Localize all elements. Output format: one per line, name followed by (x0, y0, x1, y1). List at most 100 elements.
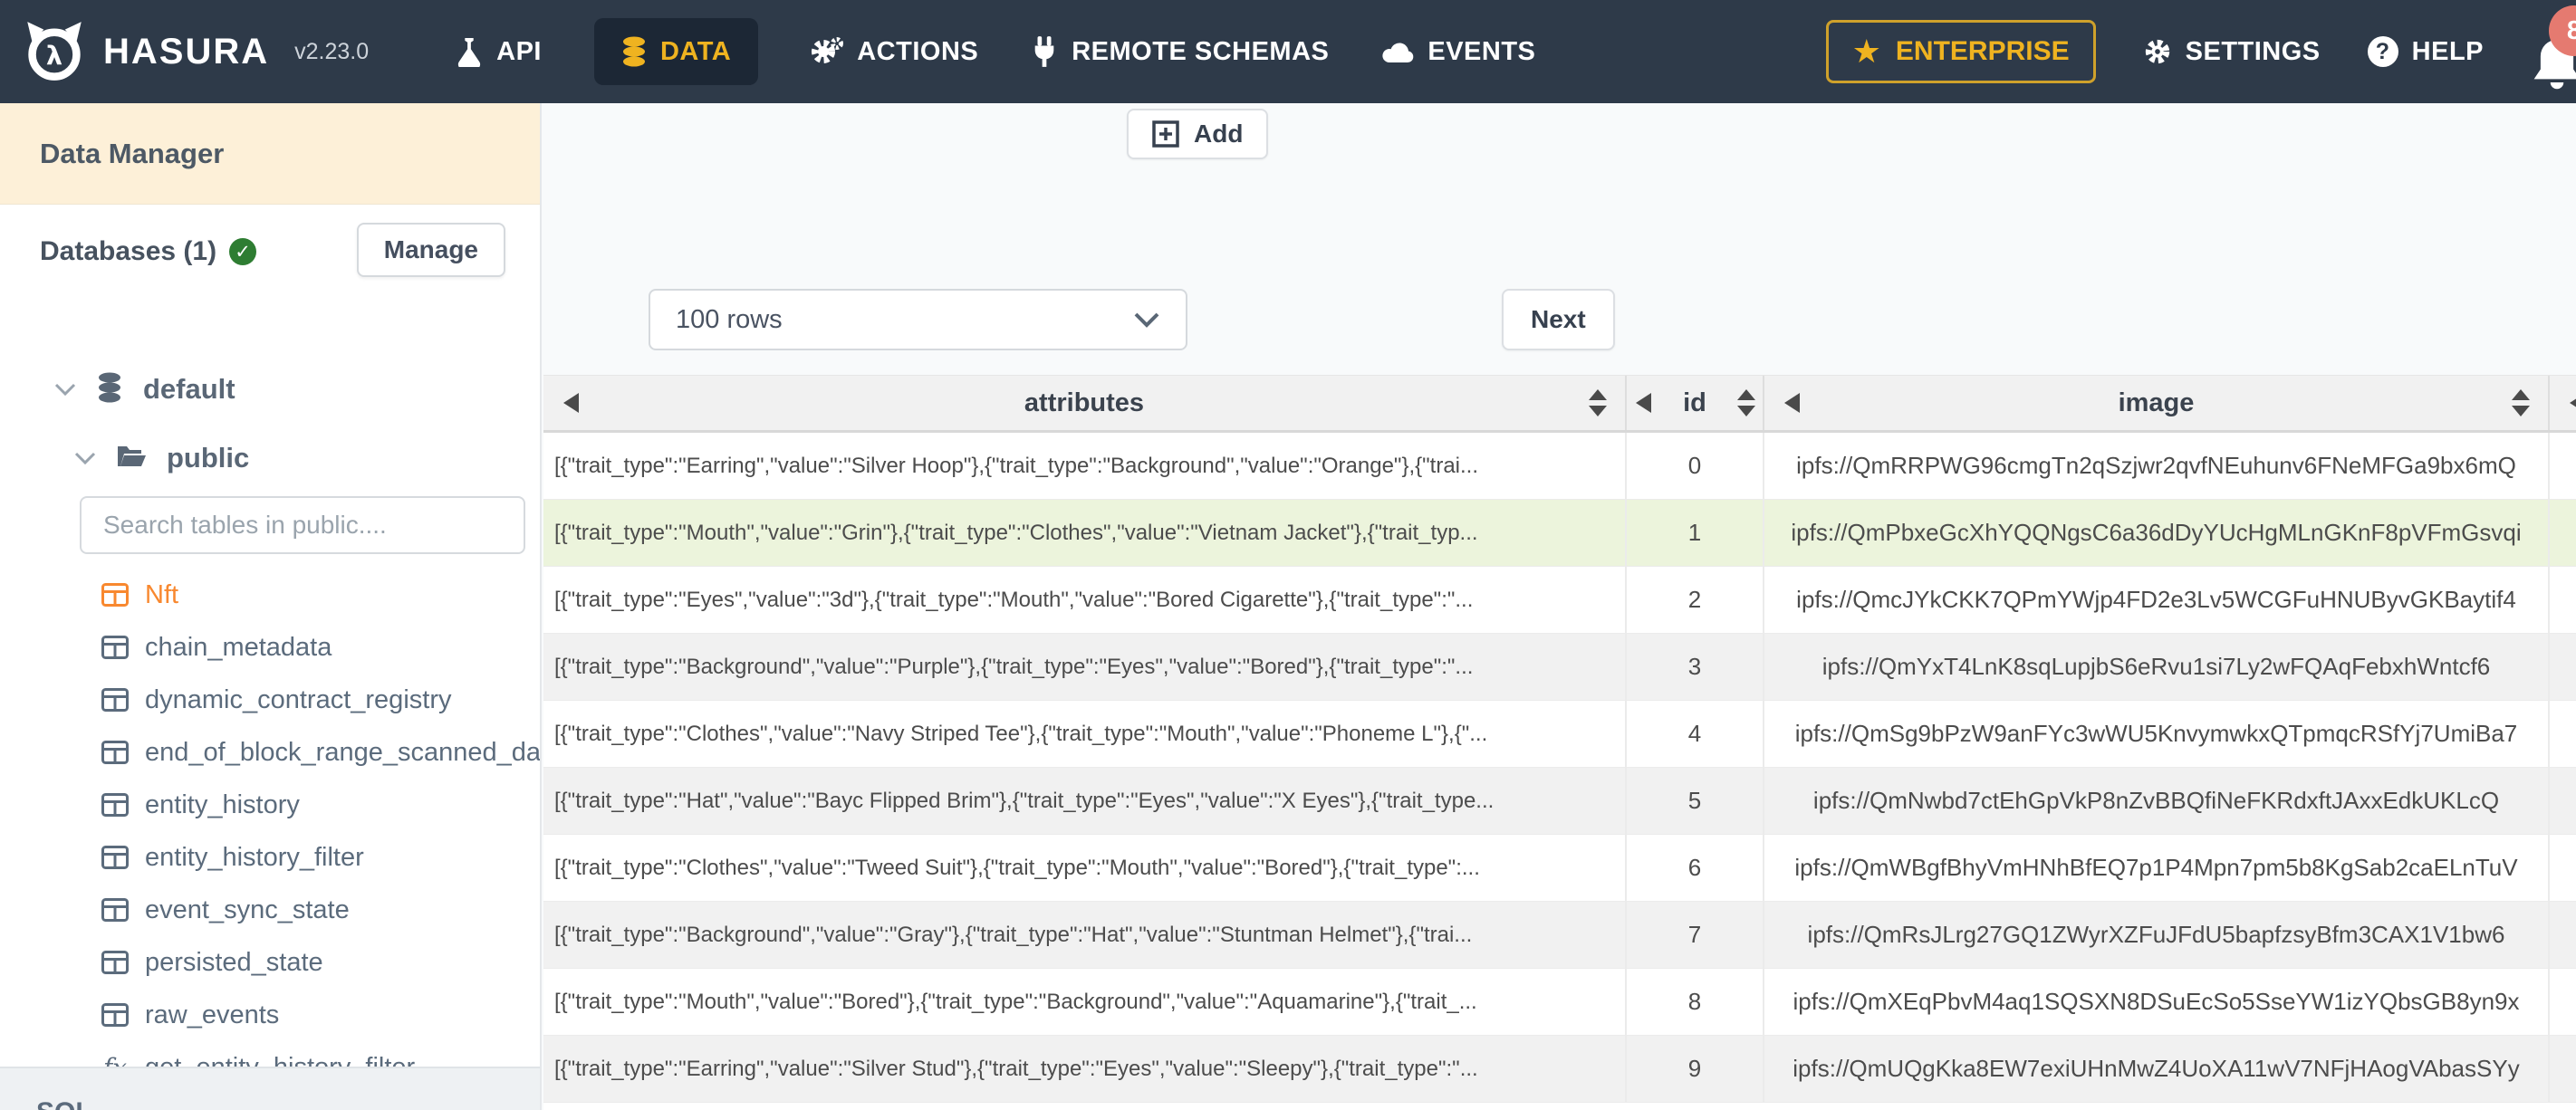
notifications-button[interactable]: 8 (2531, 5, 2576, 92)
sql-label: SQL (36, 1097, 92, 1110)
brand[interactable]: λ HASURA v2.23.0 (0, 21, 369, 82)
column-header-id[interactable]: id (1627, 376, 1764, 430)
cell-image[interactable]: ipfs://QmNwbd7ctEhGpVkP8nZvBBQfiNeFKRdxf… (1764, 768, 2550, 834)
cell-attributes[interactable]: [{"trait_type":"Eyes","value":"3d"},{"tr… (543, 567, 1627, 633)
cell-attributes[interactable]: [{"trait_type":"Earring","value":"Silver… (543, 1036, 1627, 1102)
table-row[interactable]: [{"trait_type":"Background","value":"Gra… (543, 902, 2576, 969)
nav-item-events[interactable]: EVENTS (1381, 37, 1535, 67)
chevron-down-icon[interactable] (74, 452, 96, 464)
sidebar: Data Manager Databases (1) ✓ Manage defa… (0, 103, 542, 1110)
cell-attributes[interactable]: [{"trait_type":"Clothes","value":"Navy S… (543, 701, 1627, 767)
hasura-console: λ HASURA v2.23.0 API DATA ACTIONS REMOTE… (0, 0, 2576, 1110)
cell-id[interactable]: 9 (1627, 1036, 1764, 1102)
add-row-button[interactable]: Add (1127, 109, 1269, 159)
brand-name: HASURA (103, 31, 270, 72)
sidebar-table-chain-metadata[interactable]: chain_metadata (0, 621, 540, 674)
cell-attributes[interactable]: [{"trait_type":"Mouth","value":"Bored"},… (543, 969, 1627, 1035)
cell-image[interactable]: ipfs://QmPbxeGcXhYQQNgsC6a36dDyYUcHgMLnG… (1764, 500, 2550, 566)
table-row[interactable]: [{"trait_type":"Background","value":"Pur… (543, 634, 2576, 701)
nav-item-actions[interactable]: ACTIONS (811, 36, 978, 67)
cell-id[interactable]: 3 (1627, 634, 1764, 700)
cell-attributes[interactable]: [{"trait_type":"Background","value":"Pur… (543, 634, 1627, 700)
cell-image[interactable]: ipfs://QmXEqPbvM4aq1SQSXN8DSuEcSo5SseYW1… (1764, 969, 2550, 1035)
manage-button[interactable]: Manage (356, 223, 505, 277)
cell-image[interactable]: ipfs://QmcJYkCKK7QPmYWjp4FD2e3Lv5WCGFuHN… (1764, 567, 2550, 633)
cell-attributes[interactable]: [{"trait_type":"Clothes","value":"Tweed … (543, 835, 1627, 901)
table-row[interactable]: [{"trait_type":"Mouth","value":"Bored"},… (543, 969, 2576, 1036)
cell-extra (2550, 567, 2576, 633)
sidebar-table-entity-history-filter[interactable]: entity_history_filter (0, 831, 540, 884)
sidebar-table-nft[interactable]: Nft (0, 569, 540, 621)
cell-image[interactable]: ipfs://QmRRPWG96cmgTn2qSzjwr2qvfNEuhunv6… (1764, 433, 2550, 499)
cell-id[interactable]: 8 (1627, 969, 1764, 1035)
flask-icon (456, 36, 483, 67)
sidebar-table-event-sync-state[interactable]: event_sync_state (0, 884, 540, 936)
table-row[interactable]: [{"trait_type":"Hat","value":"Bayc Flipp… (543, 768, 2576, 835)
settings-button[interactable]: SETTINGS (2143, 37, 2321, 67)
cell-image[interactable]: ipfs://QmRsJLrg27GQ1ZWyrXZFuJFdU5bapfzsy… (1764, 902, 2550, 968)
table-row-highlighted[interactable]: [{"trait_type":"Mouth","value":"Grin"},{… (543, 500, 2576, 567)
help-button[interactable]: ? HELP (2367, 36, 2484, 67)
cell-id[interactable]: 6 (1627, 835, 1764, 901)
sort-icon[interactable] (1737, 389, 1755, 416)
table-row[interactable]: [{"trait_type":"Clothes","value":"Tweed … (543, 835, 2576, 902)
search-tables-input[interactable] (80, 496, 525, 554)
nav-item-label: DATA (659, 36, 732, 66)
sort-icon[interactable] (2512, 389, 2530, 416)
cell-attributes[interactable]: [{"trait_type":"Hat","value":"Bayc Flipp… (543, 768, 1627, 834)
tree-item-public[interactable]: public (74, 438, 249, 478)
cloud-icon (1381, 39, 1414, 64)
table-row[interactable]: [{"trait_type":"Earring","value":"Silver… (543, 433, 2576, 500)
enterprise-button[interactable]: ★ ENTERPRISE (1825, 20, 2096, 83)
cell-attributes[interactable]: [{"trait_type":"Mouth","value":"Grin"},{… (543, 500, 1627, 566)
table-icon (101, 951, 129, 974)
table-row[interactable]: [{"trait_type":"Eyes","value":"3d"},{"tr… (543, 567, 2576, 634)
column-header-attributes[interactable]: attributes (543, 376, 1627, 430)
cell-id[interactable]: 1 (1627, 500, 1764, 566)
next-page-button[interactable]: Next (1502, 289, 1615, 350)
move-column-left-icon[interactable] (2570, 393, 2576, 413)
sort-icon[interactable] (1589, 389, 1607, 416)
tree-item-default[interactable]: default (54, 369, 235, 409)
sidebar-table-raw-events[interactable]: raw_events (0, 989, 540, 1041)
database-icon (96, 372, 123, 407)
move-column-left-icon[interactable] (1636, 393, 1651, 413)
table-row[interactable]: [{"trait_type":"Clothes","value":"Navy S… (543, 701, 2576, 768)
cell-extra (2550, 701, 2576, 767)
cell-image[interactable]: ipfs://QmSg9bPzW9anFYc3wWU5KnvymwkxQTpmq… (1764, 701, 2550, 767)
column-header-partial[interactable] (2550, 376, 2576, 430)
cell-id[interactable]: 2 (1627, 567, 1764, 633)
database-icon (621, 36, 647, 67)
add-label: Add (1194, 120, 1244, 148)
cell-extra (2550, 902, 2576, 968)
cell-extra (2550, 768, 2576, 834)
cell-image[interactable]: ipfs://QmYxT4LnK8sqLupjbS6eRvu1si7Ly2wFQ… (1764, 634, 2550, 700)
chevron-down-icon (1133, 311, 1160, 328)
chevron-down-icon[interactable] (54, 383, 76, 396)
table-icon (101, 1003, 129, 1027)
sidebar-table-entity-history[interactable]: entity_history (0, 779, 540, 831)
move-column-left-icon[interactable] (1784, 393, 1800, 413)
sidebar-table-end-of-block-range-scanned-data[interactable]: end_of_block_range_scanned_data (0, 726, 540, 779)
move-column-left-icon[interactable] (563, 393, 579, 413)
column-header-image[interactable]: image (1764, 376, 2550, 430)
cell-attributes[interactable]: [{"trait_type":"Earring","value":"Silver… (543, 433, 1627, 499)
cell-id[interactable]: 4 (1627, 701, 1764, 767)
sidebar-table-persisted-state[interactable]: persisted_state (0, 936, 540, 989)
nav-item-remote-schemas[interactable]: REMOTE SCHEMAS (1031, 35, 1329, 68)
rows-per-page-select[interactable]: 100 rows (649, 289, 1187, 350)
sidebar-table-dynamic-contract-registry[interactable]: dynamic_contract_registry (0, 674, 540, 726)
database-name: default (143, 373, 235, 405)
table-icon (101, 793, 129, 817)
table-row[interactable]: [{"trait_type":"Earring","value":"Silver… (543, 1036, 2576, 1103)
sidebar-sql-section[interactable]: SQL (0, 1067, 540, 1110)
cell-image[interactable]: ipfs://QmWBgfBhyVmHNhBfEQ7p1P4Mpn7pm5b8K… (1764, 835, 2550, 901)
nav-item-api[interactable]: API (456, 36, 542, 67)
nav-item-data[interactable]: DATA (593, 18, 759, 85)
cell-id[interactable]: 7 (1627, 902, 1764, 968)
databases-label: Databases (1) (40, 236, 217, 266)
cell-image[interactable]: ipfs://QmUQgKka8EW7exiUHnMwZ4UoXA11wV7NF… (1764, 1036, 2550, 1102)
cell-attributes[interactable]: [{"trait_type":"Background","value":"Gra… (543, 902, 1627, 968)
cell-id[interactable]: 0 (1627, 433, 1764, 499)
cell-id[interactable]: 5 (1627, 768, 1764, 834)
